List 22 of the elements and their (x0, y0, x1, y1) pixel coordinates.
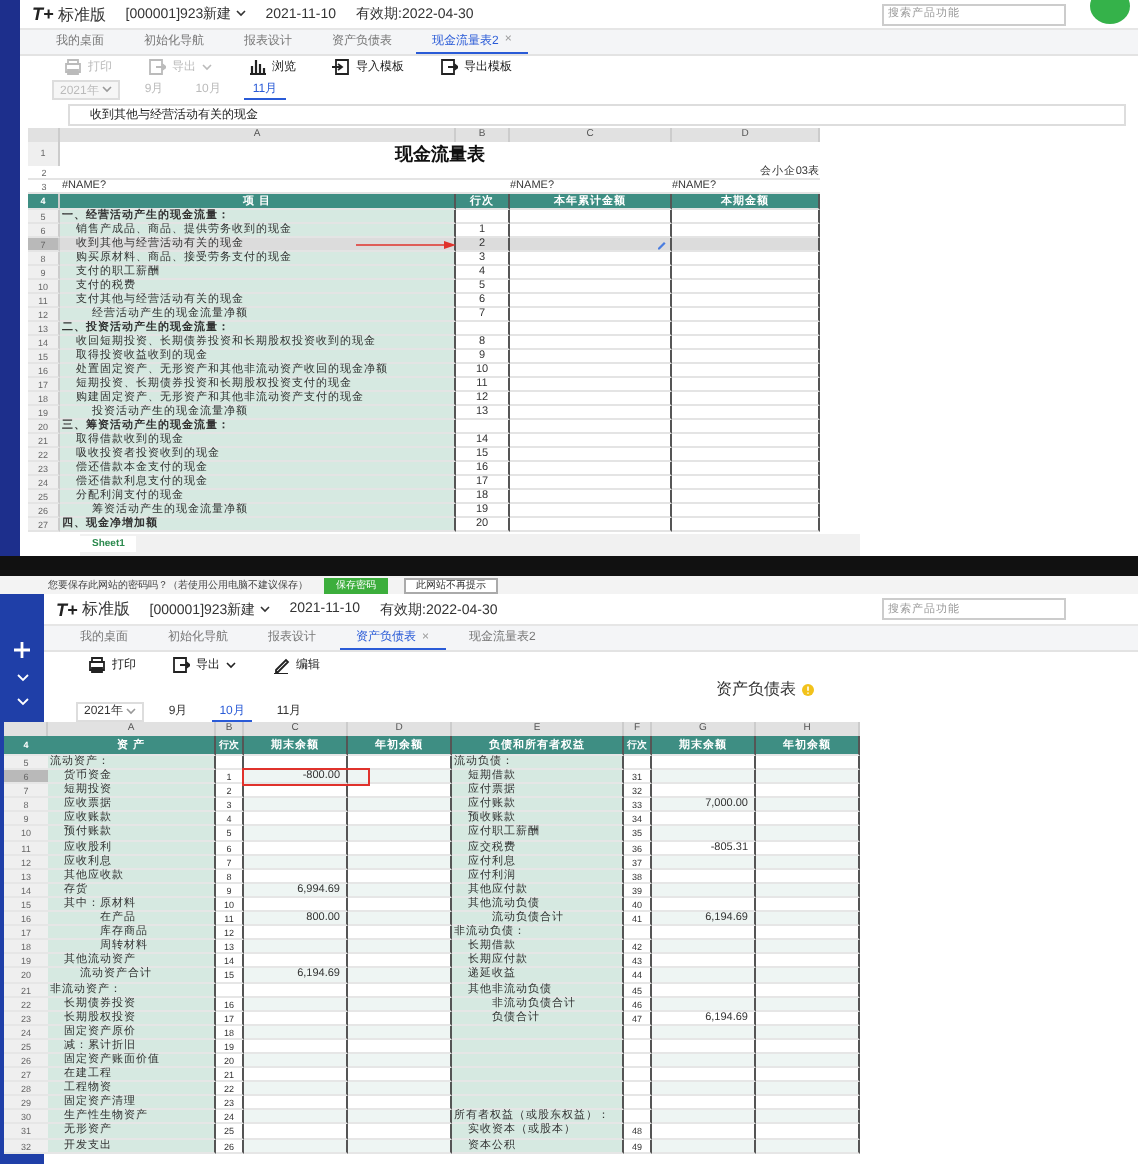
logo: T+ (56, 599, 78, 619)
bar-chart-icon (248, 58, 266, 77)
chevron-down-icon (235, 10, 246, 19)
export-icon (440, 58, 458, 77)
printer-icon (88, 656, 106, 674)
pencil-icon (272, 656, 290, 674)
chevron-down-icon (102, 86, 113, 95)
chevron-down-icon (259, 605, 270, 613)
import-icon (332, 58, 350, 77)
alert-icon (802, 683, 814, 695)
plus-icon[interactable] (14, 642, 30, 658)
export-icon (172, 656, 190, 674)
pencil-icon (656, 239, 666, 250)
chevron-down-icon (126, 707, 137, 715)
export-icon (148, 58, 166, 77)
printer-icon (64, 58, 82, 77)
edition-label: 标准版 (57, 3, 106, 26)
logo: T+ (32, 4, 54, 25)
edition-label: 标准版 (81, 598, 130, 620)
sheet-title: 现金流量表 (60, 141, 820, 166)
report-title: 资产负债表 (716, 678, 796, 700)
highlight-box (242, 767, 370, 786)
